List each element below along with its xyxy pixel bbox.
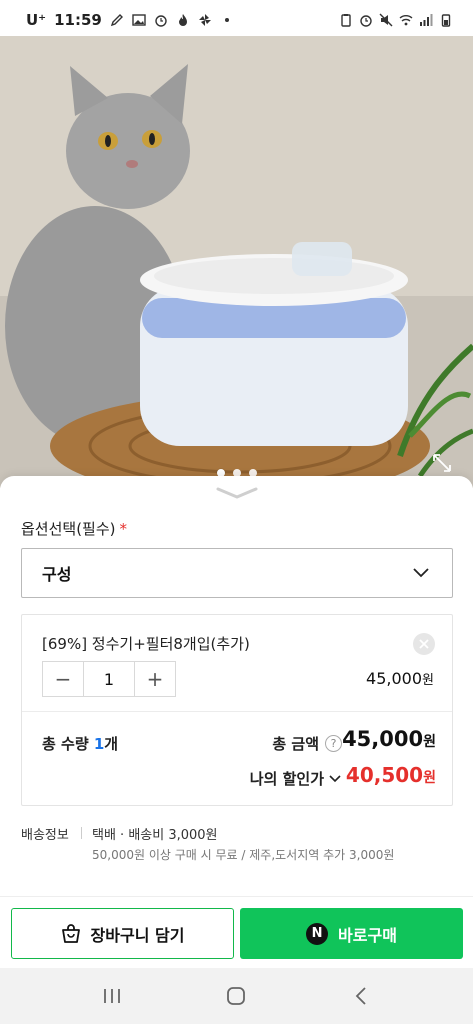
carrier-label: U⁺	[26, 11, 47, 29]
option-price-currency: 원	[422, 673, 434, 688]
total-amount-value: 45,000	[342, 727, 424, 751]
my-discount-price: 40,500원	[346, 763, 436, 787]
total-quantity: 총 수량 1개	[42, 733, 118, 754]
quantity-stepper: − 1 +	[42, 661, 176, 697]
total-amount-currency: 원	[423, 734, 436, 750]
pinwheel-icon	[198, 14, 211, 26]
close-icon	[419, 639, 429, 649]
option-price: 45,000원	[366, 669, 434, 688]
selected-option-card: [69%] 정수기+필터8개입(추가) − 1 + 45,000원 총 수량 1…	[21, 614, 453, 806]
buy-now-label: 바로구매	[338, 925, 397, 945]
my-discount-price-label: 나의 할인가	[249, 770, 324, 788]
option-select[interactable]: 구성	[21, 548, 453, 598]
divider	[81, 827, 82, 839]
shipping-info-label: 배송정보	[21, 828, 69, 843]
total-quantity-label: 총 수량	[42, 735, 89, 753]
my-discount-price-currency: 원	[423, 770, 436, 786]
battery-icon	[441, 14, 451, 27]
back-button[interactable]	[341, 976, 381, 1016]
shopping-bag-icon	[61, 923, 80, 943]
option-title-text: 옵션선택(필수)	[21, 520, 116, 538]
product-photo	[0, 36, 473, 488]
wifi-icon	[399, 15, 413, 26]
add-to-cart-button[interactable]: 장바구니 담기	[11, 908, 234, 959]
status-right	[339, 13, 453, 27]
flame-icon	[178, 14, 187, 26]
status-bar: U⁺ 11:59	[0, 0, 473, 40]
option-title: 옵션선택(필수) *	[21, 518, 127, 539]
home-icon	[227, 987, 246, 1005]
help-icon[interactable]: ?	[325, 735, 342, 752]
alarm-icon	[155, 15, 167, 27]
signal-icon	[420, 14, 433, 26]
buy-now-button[interactable]: N 바로구매	[240, 908, 463, 959]
total-quantity-unit: 개	[104, 735, 119, 753]
shipping-fee: 택배 · 배송비 3,000원	[92, 828, 218, 843]
add-to-cart-label: 장바구니 담기	[90, 925, 185, 945]
alarm-icon	[360, 15, 372, 27]
total-amount-label-text: 총 금액	[272, 735, 319, 753]
recent-apps-button[interactable]	[92, 976, 132, 1016]
collapse-handle-icon[interactable]	[214, 486, 260, 500]
increase-button[interactable]: +	[135, 662, 175, 696]
expand-icon[interactable]	[431, 452, 453, 474]
quantity-value[interactable]: 1	[83, 662, 135, 696]
option-sheet: 옵션선택(필수) * 구성 [69%] 정수기+필터8개입(추가) − 1 + 4…	[0, 476, 473, 896]
selected-option-name: [69%] 정수기+필터8개입(추가)	[42, 635, 250, 653]
divider	[22, 711, 452, 712]
purchase-action-bar: 장바구니 담기 N 바로구매	[0, 896, 473, 968]
shipping-condition: 50,000원 이상 구매 시 무료 / 제주,도서지역 추가 3,000원	[92, 848, 395, 862]
home-button[interactable]	[216, 976, 256, 1016]
option-select-value: 구성	[42, 565, 72, 584]
remove-option-button[interactable]	[413, 633, 435, 655]
pen-icon	[110, 14, 123, 27]
mute-icon	[379, 13, 393, 27]
product-image[interactable]	[0, 36, 473, 488]
chevron-down-icon	[329, 774, 341, 782]
required-mark: *	[119, 520, 128, 538]
more-notifications-icon	[224, 18, 229, 22]
option-price-value: 45,000	[366, 669, 423, 688]
total-amount-label: 총 금액 ?	[272, 733, 342, 754]
naver-pay-icon: N	[306, 922, 329, 945]
total-quantity-value: 1	[93, 735, 105, 753]
my-discount-price-value: 40,500	[345, 763, 424, 787]
back-icon	[355, 987, 366, 1005]
my-discount-price-toggle[interactable]: 나의 할인가	[250, 768, 342, 789]
battery-saver-icon	[341, 14, 351, 27]
recent-apps-icon	[104, 989, 121, 1003]
image-icon	[132, 14, 146, 26]
status-left: U⁺ 11:59	[26, 11, 234, 29]
system-nav-bar	[0, 968, 473, 1024]
chevron-down-icon	[413, 568, 429, 578]
total-amount: 45,000원	[342, 727, 436, 751]
status-time: 11:59	[54, 11, 102, 29]
decrease-button[interactable]: −	[43, 662, 83, 696]
